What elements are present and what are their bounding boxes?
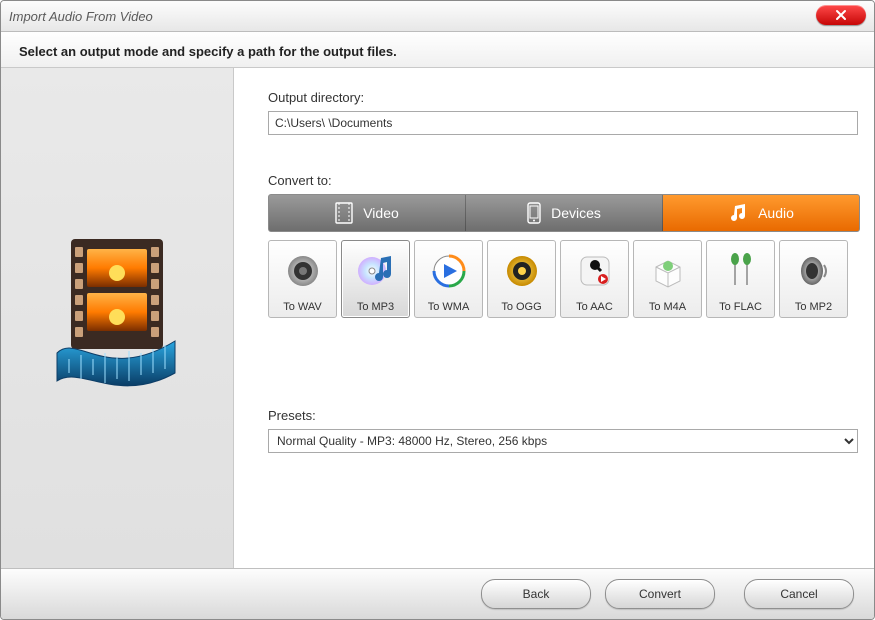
format-aac-label: To AAC <box>576 301 613 313</box>
output-directory-field[interactable]: C:\Users\ \Documents <box>268 111 858 135</box>
window-title: Import Audio From Video <box>9 9 153 24</box>
format-m4a[interactable]: To M4A <box>633 240 702 318</box>
format-wma[interactable]: To WMA <box>414 240 483 318</box>
format-wav-label: To WAV <box>283 301 322 313</box>
earbuds-icon <box>721 241 761 301</box>
device-icon <box>527 202 541 224</box>
box-icon <box>648 241 688 301</box>
loudspeaker-icon <box>794 241 834 301</box>
format-mp3[interactable]: To MP3 <box>341 240 410 318</box>
category-tabs: Video Devices Audio <box>268 194 860 232</box>
dialog-window: Import Audio From Video Select an output… <box>0 0 875 620</box>
tab-audio-label: Audio <box>758 205 794 221</box>
quicktime-icon <box>575 241 615 301</box>
footer: Back Convert Cancel <box>1 568 874 619</box>
tab-devices[interactable]: Devices <box>466 195 663 231</box>
format-ogg-label: To OGG <box>501 301 541 313</box>
main-panel: Output directory: C:\Users\ \Documents C… <box>234 68 875 568</box>
presets-select[interactable]: Normal Quality - MP3: 48000 Hz, Stereo, … <box>268 429 858 453</box>
format-flac[interactable]: To FLAC <box>706 240 775 318</box>
close-icon <box>835 9 847 21</box>
convert-button[interactable]: Convert <box>605 579 715 609</box>
title-bar: Import Audio From Video <box>1 1 874 32</box>
format-mp2-label: To MP2 <box>795 301 832 313</box>
film-icon <box>335 202 353 224</box>
output-directory-value: C:\Users\ \Documents <box>275 116 392 130</box>
media-player-icon <box>429 241 469 301</box>
instruction-heading: Select an output mode and specify a path… <box>1 32 874 68</box>
music-note-icon <box>728 203 748 223</box>
format-wma-label: To WMA <box>428 301 470 313</box>
tab-audio[interactable]: Audio <box>663 195 859 231</box>
format-ogg[interactable]: To OGG <box>487 240 556 318</box>
presets-label: Presets: <box>268 408 860 423</box>
video-to-audio-illustration-icon <box>47 233 187 403</box>
sidebar <box>1 68 234 568</box>
tab-video-label: Video <box>363 205 399 221</box>
speaker-icon <box>283 241 323 301</box>
ogg-icon <box>502 241 542 301</box>
close-button[interactable] <box>816 5 866 25</box>
disc-note-icon <box>355 241 397 301</box>
back-button[interactable]: Back <box>481 579 591 609</box>
tab-video[interactable]: Video <box>269 195 466 231</box>
output-directory-label: Output directory: <box>268 90 860 105</box>
cancel-button[interactable]: Cancel <box>744 579 854 609</box>
format-list: To WAV To MP3 <box>268 240 860 318</box>
format-flac-label: To FLAC <box>719 301 762 313</box>
convert-to-label: Convert to: <box>268 173 860 188</box>
dialog-body: Output directory: C:\Users\ \Documents C… <box>1 68 874 568</box>
format-mp3-label: To MP3 <box>357 301 394 313</box>
format-m4a-label: To M4A <box>649 301 686 313</box>
format-mp2[interactable]: To MP2 <box>779 240 848 318</box>
format-aac[interactable]: To AAC <box>560 240 629 318</box>
tab-devices-label: Devices <box>551 205 601 221</box>
format-wav[interactable]: To WAV <box>268 240 337 318</box>
instruction-text: Select an output mode and specify a path… <box>19 44 397 59</box>
